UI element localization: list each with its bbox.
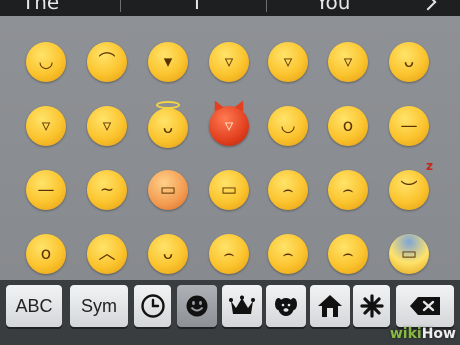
house-icon [318,295,342,317]
places-category-key[interactable] [310,285,350,327]
winking-icon: ◡ [280,116,296,136]
emoji-worried[interactable]: ⌢ [268,234,308,274]
suggestion-word[interactable]: The [22,0,59,13]
watermark-wiki: wiki [389,326,422,342]
praying-icon: ᴗ [162,244,174,264]
sigh-icon: ⌢ [342,244,354,264]
emoji-angel[interactable]: ᴗ [148,101,188,148]
grimace-icon: ▭ [220,180,238,200]
suggestion-divider [120,0,121,12]
emoji-angry[interactable]: ▭ [148,170,188,210]
grin-icon: ▾ [163,52,173,72]
wink-tongue-icon: ᴗ [403,52,415,72]
emoji-persevere[interactable]: ︿ [87,234,127,274]
scream-fear-icon: ▭ [400,244,418,264]
persevere-icon: ︿ [98,244,116,264]
emoji-neutral[interactable]: — [389,106,429,146]
worried-icon: ⌢ [282,244,294,264]
emoji-devil[interactable]: ▿ [209,98,249,146]
smiley-icon [186,295,208,317]
emoji-sweat-smile[interactable]: ▿ [26,106,66,146]
laughing-icon: ▿ [102,116,112,136]
expressionless-icon: — [37,180,55,200]
sym-key[interactable]: Sym [70,285,128,327]
surprised-icon: o [342,116,354,136]
grin-squint-icon: ▿ [343,52,353,72]
smile-icon: ◡ [38,52,54,72]
emoji-grin[interactable]: ▾ [148,42,188,82]
watermark-how: How [421,326,456,342]
emoji-sad-sweat[interactable]: ⌢ [209,234,249,274]
zzz-icon: z [426,159,433,173]
laugh-tears-icon: ▿ [283,52,293,72]
recent-category-key[interactable] [134,285,171,327]
crown-category-key[interactable] [222,285,262,327]
emoji-winking[interactable]: ◡ [268,106,308,146]
emoji-laugh-tears[interactable]: ▿ [268,42,308,82]
halo-icon [156,101,180,109]
animal-category-key[interactable] [266,285,306,327]
crown-icon [229,295,255,314]
symbols-category-key[interactable] [353,285,390,327]
emoji-grin-squint[interactable]: ▿ [328,42,368,82]
suggestion-word[interactable]: I [194,0,200,13]
smiling-eyes-icon: ⌒ [98,52,116,72]
delete-key[interactable] [396,285,454,327]
emoji-panel: ◡ ⌒ ▾ ▿ ▿ ▿ ᴗ ▿ ▿ ᴗ ▿ ◡ o — — ∼ ▭ ▭ ⌢ ⌢ … [0,16,460,280]
emoji-grimace[interactable]: ▭ [209,170,249,210]
emoji-expressionless[interactable]: — [26,170,66,210]
suggestion-divider [266,0,267,12]
emoji-anger-vein[interactable]: ⌢ [268,170,308,210]
emoji-wink-tongue[interactable]: ᴗ [389,42,429,82]
chevron-right-icon[interactable] [419,0,437,11]
emoji-open-mouth[interactable]: o [26,234,66,274]
big-grin-icon: ▿ [224,52,234,72]
emoji-praying[interactable]: ᴗ [148,234,188,274]
emoji-sleeping[interactable]: z ︶ [389,160,433,210]
backspace-icon [410,297,440,315]
dog-icon [275,298,297,316]
angry-icon: ▭ [159,180,177,200]
emoji-smile[interactable]: ◡ [26,42,66,82]
crying-icon: ⌢ [342,180,354,200]
sweat-smile-icon: ▿ [41,116,51,136]
clock-icon [140,294,165,318]
abc-key[interactable]: ABC [6,285,62,327]
asterisk-icon [359,294,384,318]
sad-sweat-icon: ⌢ [223,244,235,264]
emoji-smiling-eyes[interactable]: ⌒ [87,42,127,82]
suggestion-word[interactable]: You [316,0,350,13]
suggestion-bar: The I You [0,0,460,16]
wikihow-watermark: wikiHow [390,326,456,342]
anger-vein-icon: ⌢ [282,180,294,200]
sleeping-icon: ︶ [400,180,418,200]
smiley-category-key[interactable] [177,285,217,327]
emoji-sigh[interactable]: ⌢ [328,234,368,274]
devil-icon: ▿ [224,116,234,136]
emoji-confused[interactable]: ∼ [87,170,127,210]
emoji-laughing[interactable]: ▿ [87,106,127,146]
confused-icon: ∼ [99,180,115,200]
emoji-surprised[interactable]: o [328,106,368,146]
emoji-crying[interactable]: ⌢ [328,170,368,210]
abc-key-label: ABC [15,296,53,316]
emoji-big-grin[interactable]: ▿ [209,42,249,82]
angel-icon: ᴗ [162,118,174,138]
neutral-icon: — [400,116,418,136]
open-mouth-icon: o [40,244,52,264]
sym-key-label: Sym [81,296,117,316]
emoji-scream-fear[interactable]: ▭ [389,234,429,274]
